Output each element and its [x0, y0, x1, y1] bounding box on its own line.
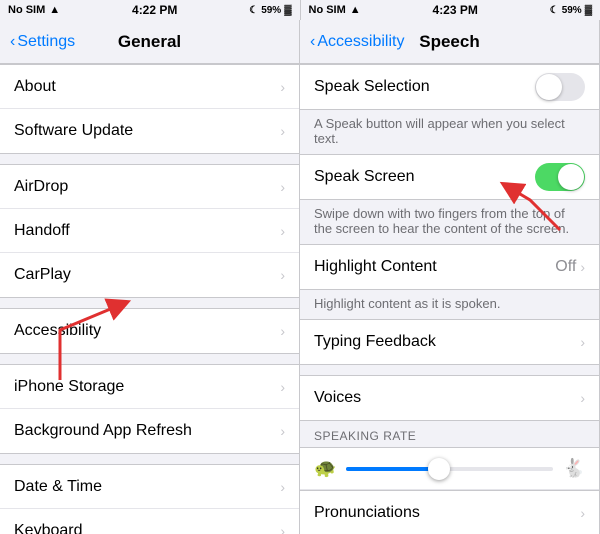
right-status-bar: No SIM ▲ 4:23 PM ☾ 59% ▓: [300, 0, 600, 20]
chevron-right-icon: ›: [280, 123, 285, 139]
right-moon-icon: ☾: [550, 5, 559, 16]
left-back-label: Settings: [17, 33, 75, 51]
chevron-right-icon: ›: [280, 479, 285, 495]
left-panel-content: About › Software Update › AirDrop › Hand…: [0, 64, 299, 534]
left-carrier: No SIM: [8, 4, 45, 16]
speak-screen-row: Speak Screen: [300, 155, 599, 199]
settings-group-3: Accessibility ›: [0, 308, 299, 354]
speak-screen-label: Speak Screen: [314, 168, 535, 186]
settings-group-1: About › Software Update ›: [0, 64, 299, 154]
speaking-rate-thumb[interactable]: [428, 458, 450, 480]
right-nav-header: ‹ Accessibility Speech: [300, 20, 599, 64]
right-battery-icon: ▓: [585, 5, 592, 16]
software-update-label: Software Update: [14, 122, 280, 140]
list-item[interactable]: Keyboard ›: [0, 509, 299, 534]
handoff-label: Handoff: [14, 222, 280, 240]
accessibility-label: Accessibility: [14, 322, 280, 340]
typing-feedback-group: Typing Feedback ›: [300, 320, 599, 365]
voices-row[interactable]: Voices ›: [300, 376, 599, 420]
left-moon-icon: ☾: [249, 5, 258, 16]
settings-group-5: Date & Time › Keyboard ›: [0, 464, 299, 534]
chevron-right-icon: ›: [280, 379, 285, 395]
highlight-content-group: Highlight Content Off ›: [300, 245, 599, 290]
speak-selection-label: Speak Selection: [314, 78, 535, 96]
right-battery: 59%: [562, 5, 582, 16]
list-item[interactable]: About ›: [0, 65, 299, 109]
speak-selection-group: Speak Selection: [300, 64, 599, 110]
right-carrier: No SIM: [309, 4, 346, 16]
highlight-content-label: Highlight Content: [314, 258, 555, 276]
speak-selection-toggle[interactable]: [535, 73, 585, 101]
highlight-content-description: Highlight content as it is spoken.: [300, 290, 599, 320]
typing-feedback-row[interactable]: Typing Feedback ›: [300, 320, 599, 364]
chevron-right-icon: ›: [280, 79, 285, 95]
background-app-refresh-label: Background App Refresh: [14, 422, 280, 440]
left-time: 4:22 PM: [132, 3, 177, 17]
pronunciations-label: Pronunciations: [314, 504, 580, 522]
left-battery: 59%: [261, 5, 281, 16]
pronunciations-group: Pronunciations ›: [300, 491, 599, 534]
right-panel-content: Speak Selection A Speak button will appe…: [300, 64, 599, 534]
right-nav-title: Speech: [419, 32, 479, 52]
speaking-rate-group: 🐢 🐇: [300, 447, 599, 491]
list-item[interactable]: AirDrop ›: [0, 165, 299, 209]
speak-selection-row: Speak Selection: [300, 65, 599, 109]
pronunciations-row[interactable]: Pronunciations ›: [300, 491, 599, 534]
voices-group: Voices ›: [300, 375, 599, 421]
left-nav-title: General: [118, 32, 181, 52]
right-back-label: Accessibility: [317, 33, 404, 51]
highlight-content-row[interactable]: Highlight Content Off ›: [300, 245, 599, 289]
carplay-label: CarPlay: [14, 266, 280, 284]
back-chevron-icon: ‹: [310, 33, 315, 51]
list-item[interactable]: Date & Time ›: [0, 465, 299, 509]
speak-screen-toggle[interactable]: [535, 163, 585, 191]
chevron-right-icon: ›: [580, 505, 585, 521]
speaking-rate-slider-row: 🐢 🐇: [300, 448, 599, 490]
right-time: 4:23 PM: [433, 3, 478, 17]
left-status-bar: No SIM ▲ 4:22 PM ☾ 59% ▓: [0, 0, 300, 20]
fast-speed-icon: 🐇: [563, 458, 585, 479]
list-item[interactable]: Handoff ›: [0, 209, 299, 253]
speak-screen-description: Swipe down with two fingers from the top…: [300, 200, 599, 245]
chevron-right-icon: ›: [280, 223, 285, 239]
airdrop-label: AirDrop: [14, 178, 280, 196]
iphone-storage-label: iPhone Storage: [14, 378, 280, 396]
speaking-rate-header: SPEAKING RATE: [300, 421, 599, 447]
date-time-label: Date & Time: [14, 478, 280, 496]
list-item[interactable]: Background App Refresh ›: [0, 409, 299, 453]
right-wifi-icon: ▲: [350, 4, 361, 16]
left-nav-header: ‹ Settings General: [0, 20, 299, 64]
chevron-right-icon: ›: [280, 523, 285, 534]
left-battery-icon: ▓: [284, 5, 291, 16]
chevron-right-icon: ›: [280, 423, 285, 439]
keyboard-label: Keyboard: [14, 522, 280, 534]
right-panel: ‹ Accessibility Speech Speak Selection A…: [300, 20, 600, 534]
about-label: About: [14, 78, 280, 96]
left-wifi-icon: ▲: [49, 4, 60, 16]
speak-selection-description: A Speak button will appear when you sele…: [300, 110, 599, 155]
chevron-right-icon: ›: [580, 259, 585, 275]
chevron-right-icon: ›: [280, 179, 285, 195]
chevron-right-icon: ›: [580, 334, 585, 350]
voices-label: Voices: [314, 389, 580, 407]
left-nav-back[interactable]: ‹ Settings: [10, 33, 75, 51]
speaking-rate-fill: [346, 467, 439, 471]
settings-group-4: iPhone Storage › Background App Refresh …: [0, 364, 299, 454]
speaking-rate-track: [346, 467, 552, 471]
list-item[interactable]: Accessibility ›: [0, 309, 299, 353]
list-item[interactable]: Software Update ›: [0, 109, 299, 153]
chevron-right-icon: ›: [280, 323, 285, 339]
list-item[interactable]: iPhone Storage ›: [0, 365, 299, 409]
typing-feedback-label: Typing Feedback: [314, 333, 580, 351]
back-chevron-icon: ‹: [10, 33, 15, 51]
highlight-content-value: Off: [555, 258, 576, 276]
settings-group-2: AirDrop › Handoff › CarPlay ›: [0, 164, 299, 298]
left-panel: ‹ Settings General About › Software Upda…: [0, 20, 300, 534]
chevron-right-icon: ›: [580, 390, 585, 406]
speak-screen-group: Speak Screen: [300, 155, 599, 200]
list-item[interactable]: CarPlay ›: [0, 253, 299, 297]
chevron-right-icon: ›: [280, 267, 285, 283]
right-nav-back[interactable]: ‹ Accessibility: [310, 33, 404, 51]
slow-speed-icon: 🐢: [314, 458, 336, 479]
